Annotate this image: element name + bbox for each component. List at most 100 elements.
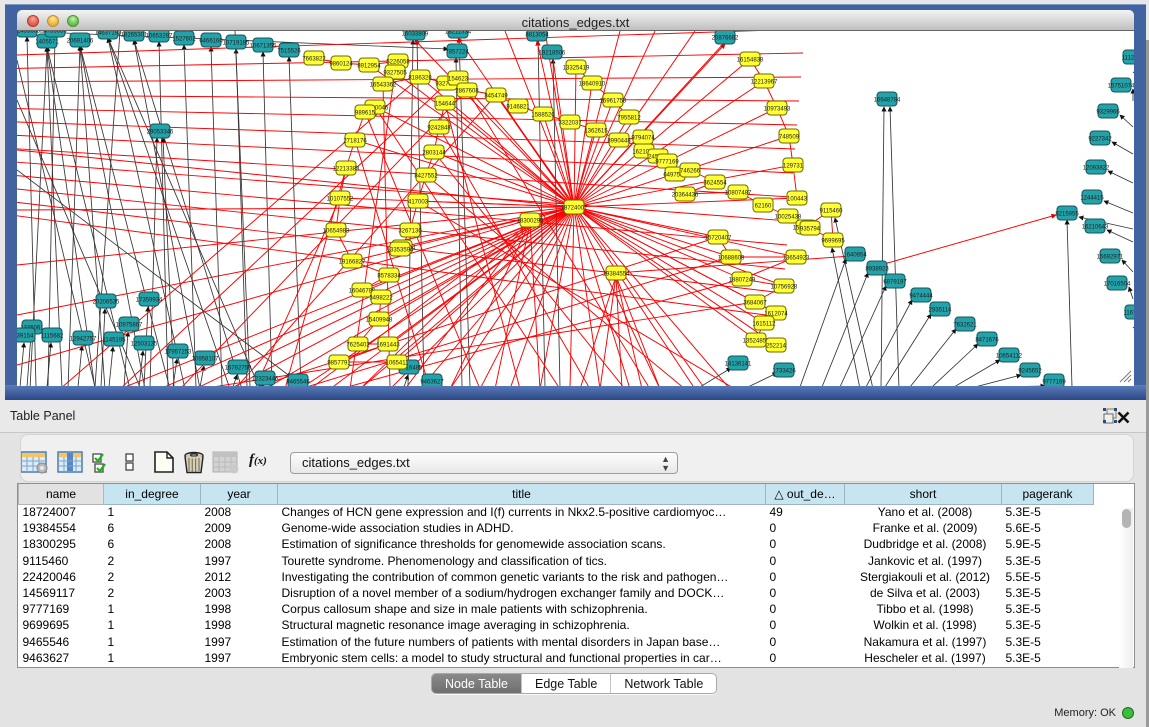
svg-text:39154: 39154 [17, 334, 34, 340]
svg-text:62160: 62160 [755, 204, 772, 210]
svg-text:1588520: 1588520 [531, 113, 555, 119]
svg-text:9777169: 9777169 [655, 160, 679, 166]
svg-text:12213967: 12213967 [751, 80, 778, 86]
svg-text:9245652: 9245652 [1018, 369, 1042, 375]
svg-text:8990448: 8990448 [607, 139, 631, 145]
svg-text:8427552: 8427552 [414, 174, 438, 180]
svg-text:989615: 989615 [355, 111, 376, 117]
svg-text:12213383: 12213383 [333, 167, 360, 173]
svg-text:17359934: 17359934 [136, 298, 163, 304]
svg-text:7515526: 7515526 [277, 49, 301, 55]
svg-text:8454749: 8454749 [484, 94, 508, 100]
svg-text:1244415: 1244415 [1080, 196, 1104, 202]
svg-text:9860124: 9860124 [329, 62, 353, 68]
svg-text:18265301: 18265301 [121, 33, 148, 39]
svg-text:10654983: 10654983 [323, 229, 350, 235]
svg-text:12503135: 12503135 [131, 342, 158, 348]
svg-text:8938923: 8938923 [865, 267, 889, 273]
svg-text:10719185: 10719185 [223, 41, 250, 47]
svg-text:2803144: 2803144 [422, 151, 446, 157]
svg-text:20206535: 20206535 [93, 300, 120, 306]
svg-text:18211334: 18211334 [445, 31, 472, 36]
svg-text:8912954: 8912954 [357, 64, 381, 70]
svg-text:9794074: 9794074 [631, 136, 655, 142]
svg-text:10756928: 10756928 [771, 285, 798, 291]
svg-text:8813054: 8813054 [525, 33, 549, 39]
svg-text:10958107: 10958107 [192, 357, 219, 363]
svg-text:18724007: 18724007 [561, 206, 588, 212]
svg-text:935794: 935794 [800, 227, 821, 233]
svg-text:10973493: 10973493 [764, 107, 791, 113]
svg-text:9465546: 9465546 [286, 380, 310, 386]
svg-text:1065411: 1065411 [386, 361, 410, 367]
svg-text:6466160: 6466160 [199, 39, 223, 45]
svg-text:15409948: 15409948 [366, 318, 393, 324]
svg-text:20876682: 20876682 [712, 36, 739, 42]
svg-text:1733426: 1733426 [772, 369, 796, 375]
svg-text:1405571: 1405571 [35, 40, 59, 46]
svg-text:8186328: 8186328 [408, 76, 432, 82]
svg-text:1167531: 1167531 [1124, 311, 1134, 317]
svg-text:1145195: 1145195 [103, 338, 127, 344]
svg-text:1691443: 1691443 [376, 343, 400, 349]
svg-text:417003: 417003 [408, 200, 429, 206]
svg-text:1615112: 1615112 [753, 322, 777, 328]
svg-text:10654112: 10654112 [996, 354, 1023, 360]
svg-text:3267130: 3267130 [398, 229, 422, 235]
svg-text:10107552: 10107552 [327, 197, 354, 203]
svg-text:10975867: 10975867 [116, 323, 143, 329]
svg-text:10653287: 10653287 [146, 34, 173, 40]
svg-text:22455603: 22455603 [17, 31, 41, 35]
svg-text:13353594: 13353594 [387, 248, 414, 254]
svg-text:1362615: 1362615 [584, 129, 608, 135]
svg-text:154644: 154644 [435, 102, 456, 108]
svg-text:16210643: 16210643 [1082, 225, 1109, 231]
svg-text:18640910: 18640910 [579, 82, 606, 88]
svg-text:14637193: 14637193 [95, 31, 122, 37]
svg-text:7632621: 7632621 [953, 323, 977, 329]
svg-text:8578334: 8578334 [377, 274, 401, 280]
svg-text:13325419: 13325419 [563, 66, 590, 72]
svg-text:16033809: 16033809 [402, 32, 429, 38]
svg-text:2935114: 2935114 [929, 308, 953, 314]
svg-text:12942757: 12942757 [70, 337, 97, 343]
svg-text:9115460: 9115460 [820, 209, 844, 215]
svg-text:9242848: 9242848 [427, 126, 451, 132]
svg-text:9327505: 9327505 [383, 71, 407, 77]
svg-text:9699695: 9699695 [821, 239, 845, 245]
svg-text:16543362: 16543362 [370, 83, 397, 89]
svg-text:8215955: 8215955 [1055, 212, 1079, 218]
svg-text:1115682: 1115682 [41, 334, 64, 340]
svg-text:3684067: 3684067 [743, 301, 767, 307]
svg-text:15751074: 15751074 [1108, 84, 1134, 90]
svg-text:9227342: 9227342 [1088, 137, 1112, 143]
svg-text:15692971: 15692971 [1097, 255, 1124, 261]
svg-text:2718176: 2718176 [343, 139, 367, 145]
svg-text:10807487: 10807487 [725, 191, 752, 197]
svg-text:9329966: 9329966 [1096, 110, 1120, 116]
svg-text:129731: 129731 [783, 164, 804, 170]
svg-text:1640954: 1640954 [843, 253, 867, 259]
svg-text:9146821: 9146821 [506, 105, 530, 111]
svg-text:9463627: 9463627 [420, 380, 444, 386]
svg-text:10671355: 10671355 [250, 44, 277, 50]
svg-text:20364436: 20364436 [672, 193, 699, 199]
svg-text:9474444: 9474444 [909, 294, 933, 300]
svg-text:9777169: 9777169 [1042, 380, 1066, 386]
svg-text:14136141: 14136141 [725, 362, 752, 368]
svg-text:12093822: 12093822 [1083, 166, 1110, 172]
svg-text:6879197: 6879197 [883, 280, 907, 286]
svg-text:13654923: 13654923 [783, 256, 810, 262]
svg-text:12323446: 12323446 [252, 377, 279, 383]
svg-text:3322037: 3322037 [558, 121, 582, 127]
svg-text:7663822: 7663822 [302, 57, 326, 63]
svg-text:17016504: 17016504 [1104, 282, 1131, 288]
svg-text:10025438: 10025438 [775, 215, 802, 221]
svg-text:16154838: 16154838 [737, 58, 764, 64]
svg-text:29053346: 29053346 [147, 130, 174, 136]
svg-text:7625402: 7625402 [346, 343, 370, 349]
svg-text:4735650: 4735650 [43, 31, 67, 35]
svg-text:16648784: 16648784 [874, 98, 901, 104]
svg-text:15720407: 15720407 [705, 236, 732, 242]
svg-text:3498222: 3498222 [369, 296, 393, 302]
